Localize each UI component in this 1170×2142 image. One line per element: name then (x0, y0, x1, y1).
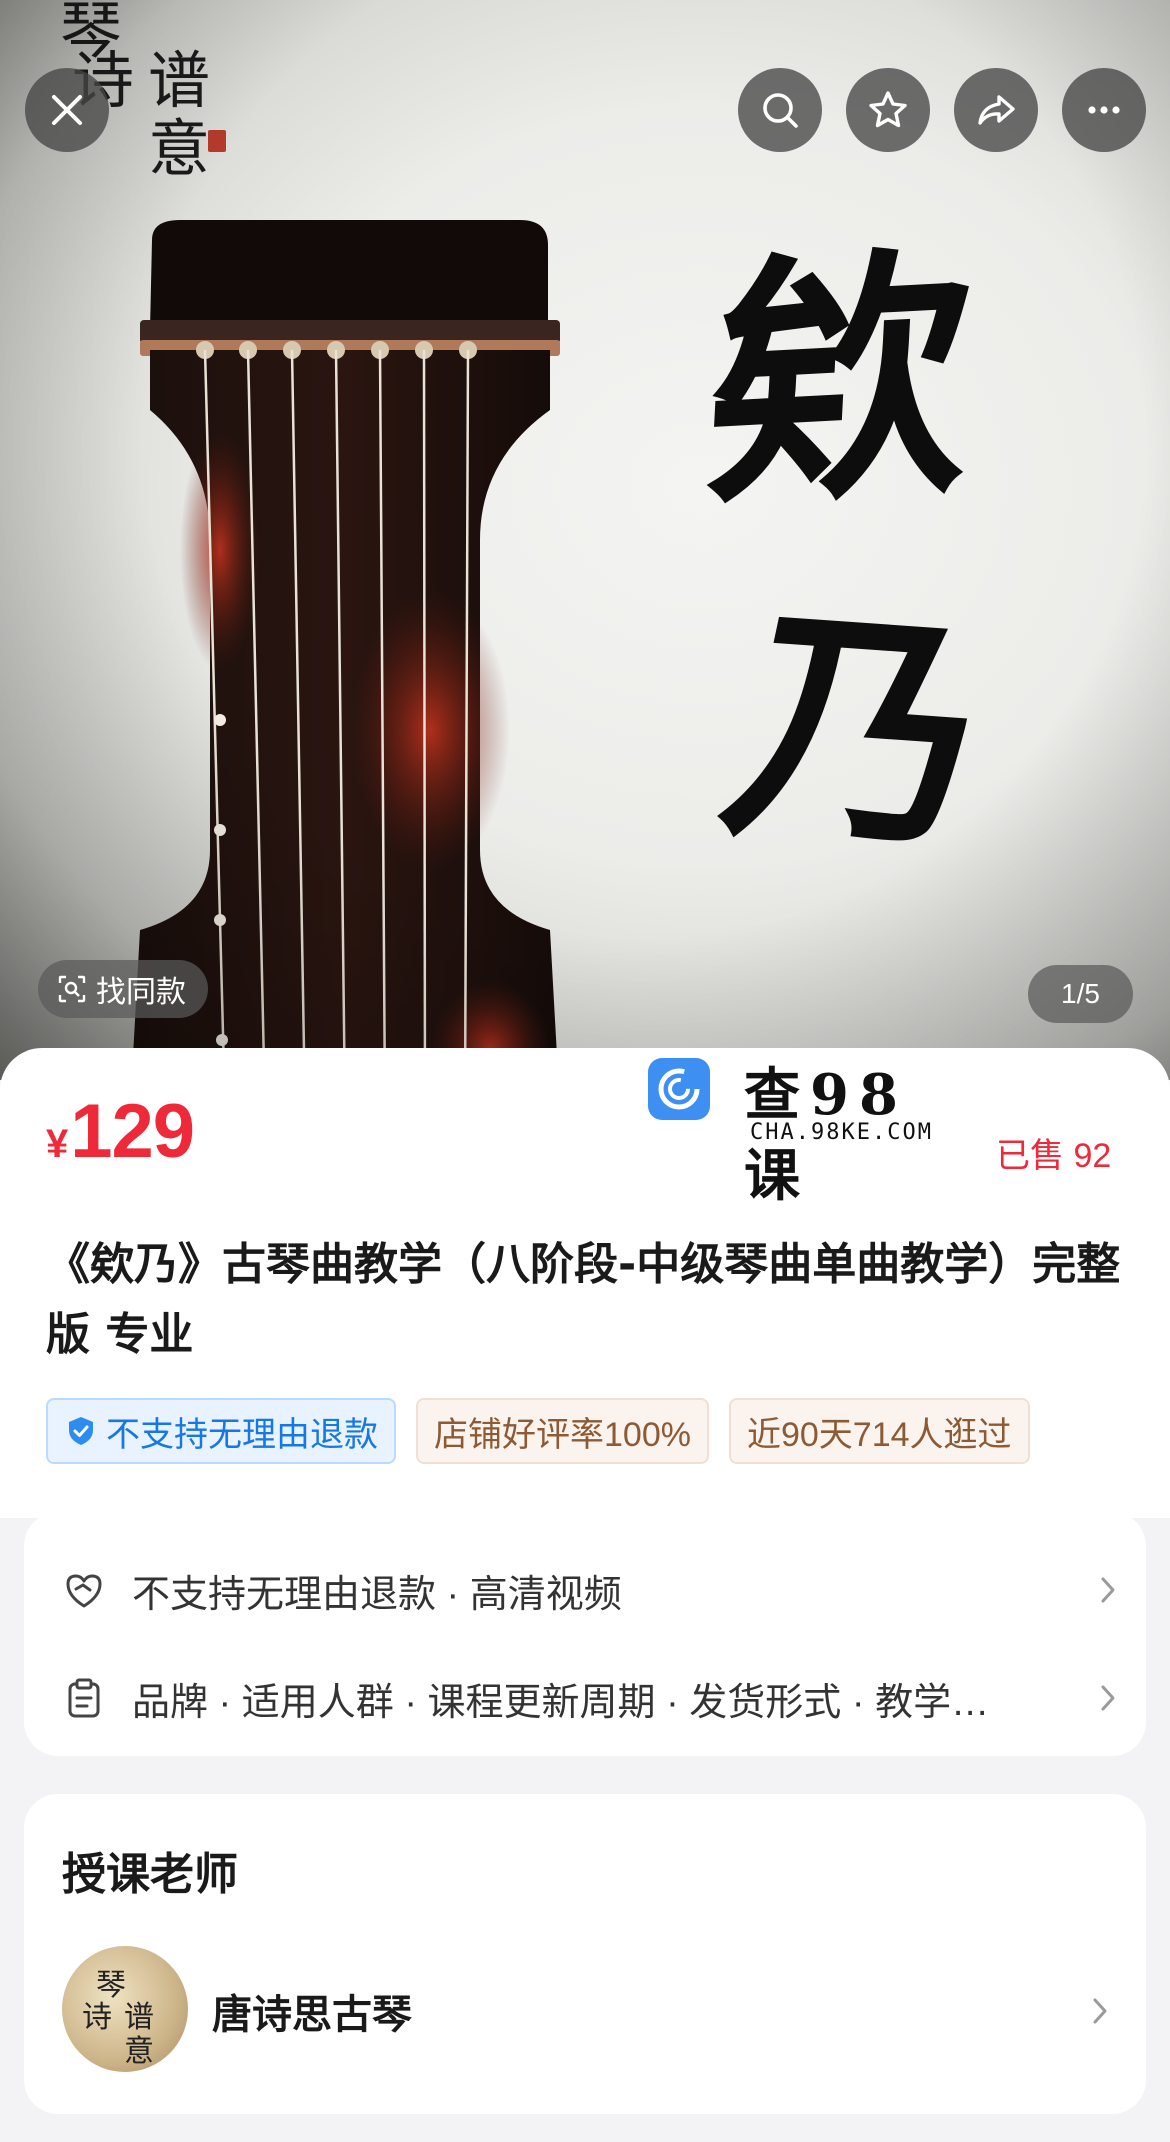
clipboard-icon (68, 1678, 100, 1718)
shield-check-icon (69, 1417, 93, 1445)
tag-label: 近90天714人逛过 (746, 1415, 1012, 1454)
site-watermark: 查98课 CHA.98KE.COM (648, 1056, 968, 1209)
tag-visitors[interactable]: 近90天714人逛过 (728, 1398, 1030, 1464)
watermark-subtitle: CHA.98KE.COM (750, 1120, 933, 1145)
scan-icon (58, 975, 86, 1003)
share-button[interactable] (954, 68, 1038, 152)
more-icon (1088, 106, 1120, 114)
find-same-label: 找同款 (96, 976, 186, 1009)
chevron-right-icon[interactable] (1086, 1992, 1114, 2030)
teacher-name[interactable]: 唐诗思古琴 (212, 1982, 412, 2040)
service-row-guarantee[interactable]: 不支持无理由退款 · 高清视频 (62, 1560, 1122, 1620)
avatar-char: 诗 (82, 2000, 112, 2035)
tag-no-return[interactable]: 不支持无理由退款 (46, 1398, 396, 1464)
search-icon (763, 93, 798, 128)
heart-shield-icon (66, 1574, 102, 1608)
more-button[interactable] (1062, 68, 1146, 152)
section-title: 授课老师 (62, 1849, 238, 1900)
service-card: 不支持无理由退款 · 高清视频 品牌 · 适用人群 · 课程更新周期 · 发货形… (24, 1512, 1146, 1756)
service-row-params[interactable]: 品牌 · 适用人群 · 课程更新周期 · 发货形式 · 教学… (62, 1668, 1122, 1728)
image-pager: 1/5 (1028, 965, 1133, 1023)
avatar-char: 意 (124, 2034, 154, 2069)
service-text: 品牌 · 适用人群 · 课程更新周期 · 发货形式 · 教学… (132, 1681, 990, 1724)
star-icon (869, 91, 907, 128)
tag-shop-rating[interactable]: 店铺好评率100% (416, 1398, 709, 1464)
price-value: 129 (70, 1089, 195, 1174)
image-vignette (0, 0, 1170, 1080)
search-button[interactable] (738, 68, 822, 152)
service-text: 不支持无理由退款 · 高清视频 (132, 1573, 622, 1616)
price: ¥ 129 (46, 1088, 195, 1175)
favorite-button[interactable] (846, 68, 930, 152)
close-icon (52, 95, 82, 125)
share-icon (978, 95, 1015, 125)
teacher-card: 授课老师 琴 诗 谱 意 唐诗思古琴 (24, 1794, 1146, 2114)
currency-symbol: ¥ (46, 1122, 69, 1166)
tag-row: 不支持无理由退款 店铺好评率100% 近90天714人逛过 (46, 1398, 1122, 1464)
close-button[interactable] (25, 68, 109, 152)
sold-count: 已售 92 (996, 1137, 1112, 1175)
avatar[interactable]: 琴 诗 谱 意 (62, 1946, 188, 2072)
find-same-button[interactable]: 找同款 (38, 960, 208, 1018)
product-image-carousel[interactable]: 琴 诗 谱 意 (0, 0, 1170, 1080)
watermark-logo-icon (648, 1058, 710, 1120)
chevron-right-icon (1101, 1577, 1115, 1603)
tag-label: 不支持无理由退款 (106, 1415, 378, 1454)
tag-label: 店铺好评率100% (434, 1415, 691, 1454)
chevron-right-icon (1101, 1685, 1115, 1711)
product-title: 《欸乃》古琴曲教学（八阶段-中级琴曲单曲教学）完整版 专业 (46, 1239, 1121, 1360)
